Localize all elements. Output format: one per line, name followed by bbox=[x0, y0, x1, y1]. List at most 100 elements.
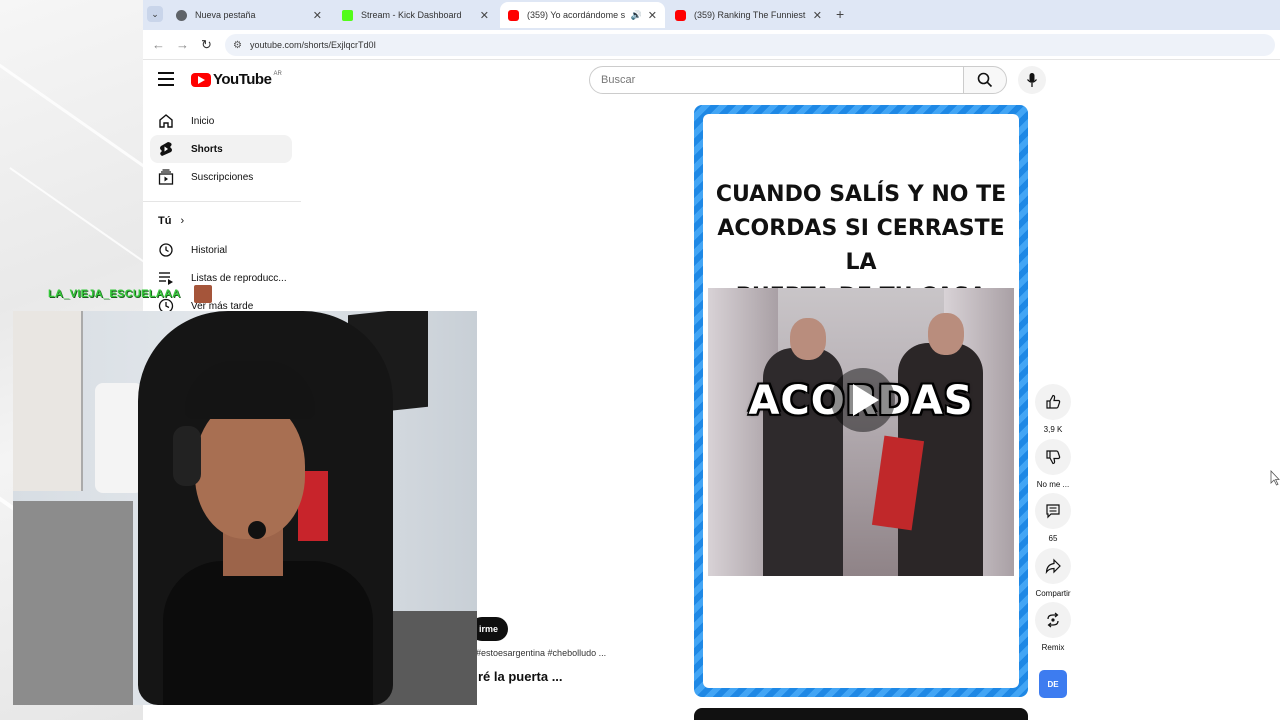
play-button-icon[interactable] bbox=[831, 368, 895, 432]
remix-label: Remix bbox=[1041, 643, 1065, 652]
close-tab-icon[interactable]: ✕ bbox=[480, 9, 489, 22]
youtube-play-logo-icon bbox=[191, 72, 211, 87]
speaker-icon[interactable]: 🔊 bbox=[631, 10, 642, 21]
search-icon bbox=[977, 72, 993, 88]
tab-search-chevron-icon[interactable]: ⌄ bbox=[147, 6, 163, 22]
like-button[interactable] bbox=[1035, 384, 1071, 420]
webcam-overlay bbox=[13, 311, 477, 705]
sidebar-item-suscripciones[interactable]: Suscripciones bbox=[150, 163, 292, 191]
close-tab-icon[interactable]: ✕ bbox=[313, 9, 322, 22]
share-button[interactable] bbox=[1035, 548, 1071, 584]
reload-icon[interactable]: ↻ bbox=[201, 37, 212, 53]
tab-title: (359) Ranking The Funniest Cat bbox=[694, 10, 807, 20]
sidebar-item-label: Suscripciones bbox=[191, 171, 254, 183]
sidebar-item-historial[interactable]: Historial bbox=[150, 236, 292, 264]
comment-count: 65 bbox=[1048, 534, 1058, 543]
browser-toolbar: ← → ↻ ⚙ youtube.com/shorts/ExjlqcrTd0I bbox=[143, 30, 1280, 60]
back-arrow-icon[interactable]: ← bbox=[152, 37, 165, 52]
tab-title: Nueva pestaña bbox=[195, 10, 256, 20]
country-code: AR bbox=[273, 70, 282, 77]
chrome-icon bbox=[176, 9, 187, 21]
sidebar-you-header[interactable]: Tú › bbox=[158, 215, 184, 227]
youtube-favicon-icon bbox=[675, 9, 686, 21]
webcam-streamer-face bbox=[195, 399, 305, 539]
chat-username: LA_VIEJA_ESCUELAAA bbox=[48, 288, 181, 300]
address-bar[interactable]: ⚙ youtube.com/shorts/ExjlqcrTd0I bbox=[225, 34, 1275, 56]
voice-search-button[interactable] bbox=[1018, 66, 1046, 94]
chat-emote-icon bbox=[194, 285, 212, 303]
sidebar-item-label: Shorts bbox=[191, 143, 223, 155]
caption-line: ACORDAS SI CERRASTE LA bbox=[717, 216, 1005, 275]
share-label: Compartir bbox=[1035, 589, 1071, 598]
webcam-headset bbox=[173, 426, 201, 486]
menu-hamburger-icon[interactable] bbox=[158, 72, 174, 86]
subscriptions-icon bbox=[158, 169, 174, 185]
webcam-air-conditioner bbox=[95, 383, 143, 493]
video-clip: ACORDAS bbox=[708, 288, 1014, 576]
caption-line: CUANDO SALÍS Y NO TE bbox=[715, 182, 1007, 207]
sidebar-item-label: Historial bbox=[191, 244, 228, 256]
tab-title: (359) Yo acordándome si ce bbox=[527, 10, 625, 20]
share-arrow-icon bbox=[1045, 558, 1061, 574]
mouse-cursor-icon bbox=[1270, 470, 1280, 486]
playlist-icon bbox=[158, 270, 174, 286]
dislike-action[interactable]: No me ... bbox=[1032, 439, 1074, 489]
sidebar-item-shorts[interactable]: Shorts bbox=[150, 135, 292, 163]
dislike-label: No me ... bbox=[1036, 480, 1070, 489]
tab-ranking-cats[interactable]: (359) Ranking The Funniest Cat ✕ bbox=[667, 2, 830, 28]
channel-avatar[interactable]: DE bbox=[1039, 670, 1067, 698]
sidebar-item-inicio[interactable]: Inicio bbox=[150, 107, 292, 135]
webcam-streamer-body bbox=[163, 561, 373, 705]
webcam-shelf bbox=[13, 311, 83, 491]
sidebar-divider bbox=[143, 201, 301, 202]
comment-icon bbox=[1046, 504, 1060, 519]
site-info-icon[interactable]: ⚙ bbox=[233, 40, 242, 51]
tab-title: Stream - Kick Dashboard bbox=[361, 10, 462, 20]
youtube-logo[interactable]: YouTube AR bbox=[191, 71, 282, 88]
channel-badge-text: DE bbox=[1047, 679, 1059, 689]
youtube-favicon-icon bbox=[508, 9, 519, 21]
shorts-icon bbox=[158, 141, 174, 157]
like-count: 3,9 K bbox=[1043, 425, 1063, 434]
close-tab-icon[interactable]: ✕ bbox=[813, 9, 822, 22]
thumbs-up-icon bbox=[1046, 394, 1061, 409]
new-tab-plus-icon[interactable]: + bbox=[836, 6, 844, 22]
webcam-sofa bbox=[13, 501, 133, 705]
sidebar-item-label: Inicio bbox=[191, 115, 215, 127]
comment-button[interactable] bbox=[1035, 493, 1071, 529]
tab-nueva-pestana[interactable]: Nueva pestaña ✕ bbox=[168, 2, 330, 28]
home-icon bbox=[158, 113, 174, 129]
search-button[interactable] bbox=[963, 66, 1007, 94]
url-text: youtube.com/shorts/ExjlqcrTd0I bbox=[249, 40, 377, 50]
sidebar-item-label: Listas de reproducc... bbox=[191, 272, 287, 284]
microphone-icon bbox=[1026, 73, 1038, 87]
kick-icon bbox=[342, 9, 353, 21]
remix-action[interactable]: Remix bbox=[1032, 602, 1074, 652]
tab-youtube-short-active[interactable]: (359) Yo acordándome si ce 🔊 ✕ bbox=[500, 2, 665, 28]
video-hashtags[interactable]: #estoesargentina #chebolludo ... bbox=[476, 648, 606, 658]
like-action[interactable]: 3,9 K bbox=[1032, 384, 1074, 434]
webcam-headset-mic bbox=[248, 521, 266, 539]
forward-arrow-icon[interactable]: → bbox=[176, 37, 189, 52]
history-icon bbox=[158, 242, 174, 258]
person-left-head bbox=[790, 318, 826, 360]
person-right-head bbox=[928, 313, 964, 355]
thumbs-down-icon bbox=[1046, 450, 1061, 465]
remix-button[interactable] bbox=[1035, 602, 1071, 638]
short-video-frame: CUANDO SALÍS Y NO TE ACORDAS SI CERRASTE… bbox=[703, 114, 1019, 688]
search-input[interactable]: Buscar bbox=[589, 66, 964, 94]
dislike-button[interactable] bbox=[1035, 439, 1071, 475]
short-video-player[interactable]: CUANDO SALÍS Y NO TE ACORDAS SI CERRASTE… bbox=[694, 105, 1028, 697]
close-tab-icon[interactable]: ✕ bbox=[648, 9, 657, 22]
comment-action[interactable]: 65 bbox=[1032, 493, 1074, 543]
you-label: Tú bbox=[158, 215, 172, 227]
logo-wordmark: YouTube bbox=[213, 71, 272, 88]
video-title[interactable]: ré la puerta ... bbox=[478, 669, 563, 684]
next-short-preview[interactable] bbox=[694, 708, 1028, 720]
share-action[interactable]: Compartir bbox=[1032, 548, 1074, 598]
search-placeholder: Buscar bbox=[601, 74, 636, 86]
subscribe-label: irme bbox=[478, 624, 498, 634]
tab-kick-dashboard[interactable]: Stream - Kick Dashboard ✕ bbox=[334, 2, 497, 28]
remix-icon bbox=[1047, 612, 1059, 628]
chevron-right-icon: › bbox=[180, 215, 185, 227]
